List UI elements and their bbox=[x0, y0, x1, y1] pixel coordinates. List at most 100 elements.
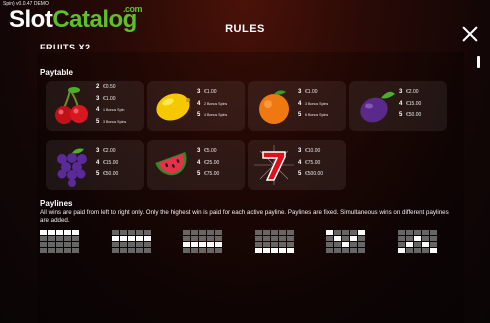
payline-cell bbox=[262, 248, 270, 253]
payline-cell bbox=[405, 230, 413, 235]
close-icon[interactable] bbox=[459, 23, 481, 45]
pay-count: 5 bbox=[96, 171, 100, 177]
payline-cell bbox=[254, 242, 262, 247]
payline-cell bbox=[278, 248, 286, 253]
payline-cell bbox=[358, 230, 365, 235]
payline-cell bbox=[278, 242, 286, 247]
pay-value: 3 Bonus Spins bbox=[103, 119, 127, 124]
pay-value: €15.00 bbox=[406, 100, 422, 107]
payline-cell bbox=[350, 230, 357, 235]
pay-list: 3 €2.00 4 €15.00 5 €50.00 bbox=[399, 89, 445, 124]
payline-cell bbox=[127, 248, 135, 253]
payline-cell bbox=[350, 236, 357, 241]
pay-count: 3 bbox=[96, 95, 100, 102]
payline-cell bbox=[421, 230, 429, 235]
payline-cell bbox=[358, 236, 365, 241]
payline-cell bbox=[119, 242, 127, 247]
scroll-indicator[interactable] bbox=[477, 56, 480, 68]
payline-cell bbox=[191, 230, 198, 235]
payline-cell bbox=[270, 236, 278, 241]
payline-cell bbox=[429, 230, 437, 235]
payline-cell bbox=[56, 242, 63, 247]
pay-list: 3 €5.00 4 €25.00 5 €75.00 bbox=[197, 148, 243, 183]
pay-list: 2 €0.50 3 €1.00 41 Bonus Spin 53 Bonus Spi… bbox=[96, 84, 142, 130]
payline-cell bbox=[64, 248, 71, 253]
payline-4 bbox=[254, 230, 295, 254]
payline-cell bbox=[326, 230, 333, 235]
payline-2 bbox=[111, 230, 152, 254]
payline-cell bbox=[40, 230, 47, 235]
payline-cell bbox=[397, 236, 405, 241]
payline-cell bbox=[215, 236, 222, 241]
pay-list: 3 €1.00 42 Bonus Spins 54 Bonus Spins bbox=[197, 89, 243, 124]
pay-value: €5.00 bbox=[204, 148, 217, 154]
payline-cell bbox=[350, 248, 357, 253]
payline-cell bbox=[278, 230, 286, 235]
payline-cell bbox=[48, 248, 55, 253]
payline-cell bbox=[350, 242, 357, 247]
payline-cell bbox=[119, 248, 127, 253]
watermelon-icon bbox=[155, 152, 187, 176]
payline-cell bbox=[143, 236, 151, 241]
paylines-description: All wins are paid from left to right onl… bbox=[40, 209, 449, 224]
payline-cell bbox=[64, 242, 71, 247]
pay-count: 3 bbox=[399, 89, 403, 95]
payline-cell bbox=[207, 230, 214, 235]
pay-list: 3 €10.00 4 €75.00 5 €500.00 bbox=[298, 148, 344, 183]
pay-count: 3 bbox=[197, 89, 201, 95]
payline-cell bbox=[334, 248, 341, 253]
pay-value: €1.00 bbox=[305, 89, 318, 95]
pay-value: 6 Bonus Spins bbox=[305, 113, 329, 117]
payline-cell bbox=[191, 242, 198, 247]
payline-cell bbox=[48, 230, 55, 235]
payline-cell bbox=[143, 230, 151, 235]
plum-icon bbox=[360, 91, 395, 123]
pay-value: €10.00 bbox=[305, 148, 321, 154]
payline-cell bbox=[40, 236, 47, 241]
pay-count: 4 bbox=[96, 159, 100, 166]
payline-cell bbox=[358, 242, 365, 247]
payline-cell bbox=[111, 230, 119, 235]
payline-cell bbox=[191, 236, 198, 241]
pay-count: 3 bbox=[96, 148, 100, 154]
pay-value: €50.00 bbox=[103, 171, 119, 177]
pay-count: 4 bbox=[298, 100, 302, 107]
payline-cell bbox=[56, 248, 63, 253]
paytable-cell-seven: 3 €10.00 4 €75.00 5 €500.00 bbox=[248, 140, 346, 190]
payline-cell bbox=[334, 230, 341, 235]
pay-list: 3 €2.00 4 €15.00 5 €50.00 bbox=[96, 148, 142, 183]
payline-cell bbox=[270, 230, 278, 235]
paylines-title: Paylines bbox=[40, 199, 73, 208]
pay-value: €500.00 bbox=[305, 171, 324, 177]
payline-cell bbox=[429, 242, 437, 247]
seven-icon bbox=[254, 145, 294, 185]
payline-cell bbox=[342, 248, 349, 253]
pay-count: 5 bbox=[298, 112, 302, 118]
payline-cell bbox=[254, 248, 262, 253]
payline-cell bbox=[286, 242, 294, 247]
pay-count: 4 bbox=[399, 100, 403, 107]
pay-count: 5 bbox=[96, 118, 100, 125]
payline-cell bbox=[334, 242, 341, 247]
payline-cell bbox=[135, 242, 143, 247]
payline-cell bbox=[72, 230, 79, 235]
payline-cell bbox=[72, 242, 79, 247]
pay-count: 2 bbox=[96, 84, 100, 90]
pay-count: 3 bbox=[298, 148, 302, 154]
payline-cell bbox=[421, 242, 429, 247]
payline-cell bbox=[199, 236, 206, 241]
payline-cell bbox=[56, 236, 63, 241]
pay-count: 5 bbox=[197, 112, 201, 118]
payline-cell bbox=[215, 242, 222, 247]
payline-cell bbox=[207, 236, 214, 241]
payline-cell bbox=[143, 242, 151, 247]
payline-cell bbox=[397, 248, 405, 253]
payline-cell bbox=[421, 236, 429, 241]
page-title: RULES bbox=[225, 23, 265, 35]
payline-cell bbox=[270, 248, 278, 253]
payline-cell bbox=[326, 248, 333, 253]
payline-1 bbox=[40, 230, 80, 254]
payline-cell bbox=[207, 242, 214, 247]
payline-5 bbox=[326, 230, 366, 254]
payline-cell bbox=[413, 248, 421, 253]
